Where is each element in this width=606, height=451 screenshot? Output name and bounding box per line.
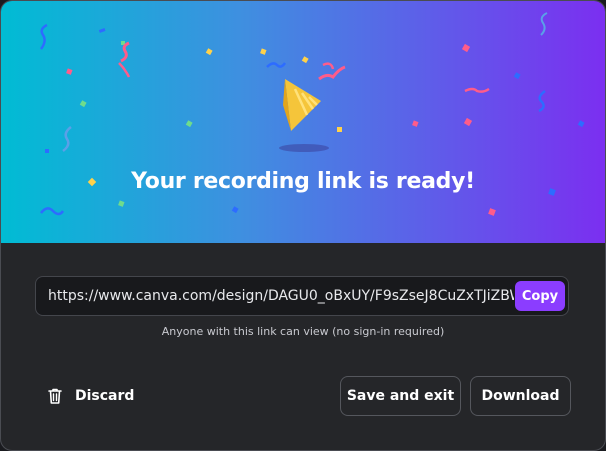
trash-icon [45,386,65,406]
link-permission-hint: Anyone with this link can view (no sign-… [161,325,445,338]
dialog-title: Your recording link is ready! [131,169,475,194]
share-link-box: Copy [35,276,569,316]
discard-label: Discard [75,388,135,404]
party-popper-icon [279,79,329,152]
recording-link-dialog: Your recording link is ready! Copy Anyon… [0,0,606,451]
discard-button[interactable]: Discard [35,377,144,415]
share-link-input[interactable] [36,277,514,315]
celebration-banner: Your recording link is ready! [1,1,605,243]
download-button[interactable]: Download [470,376,571,416]
save-and-exit-button[interactable]: Save and exit [340,376,461,416]
copy-button[interactable]: Copy [515,281,565,311]
